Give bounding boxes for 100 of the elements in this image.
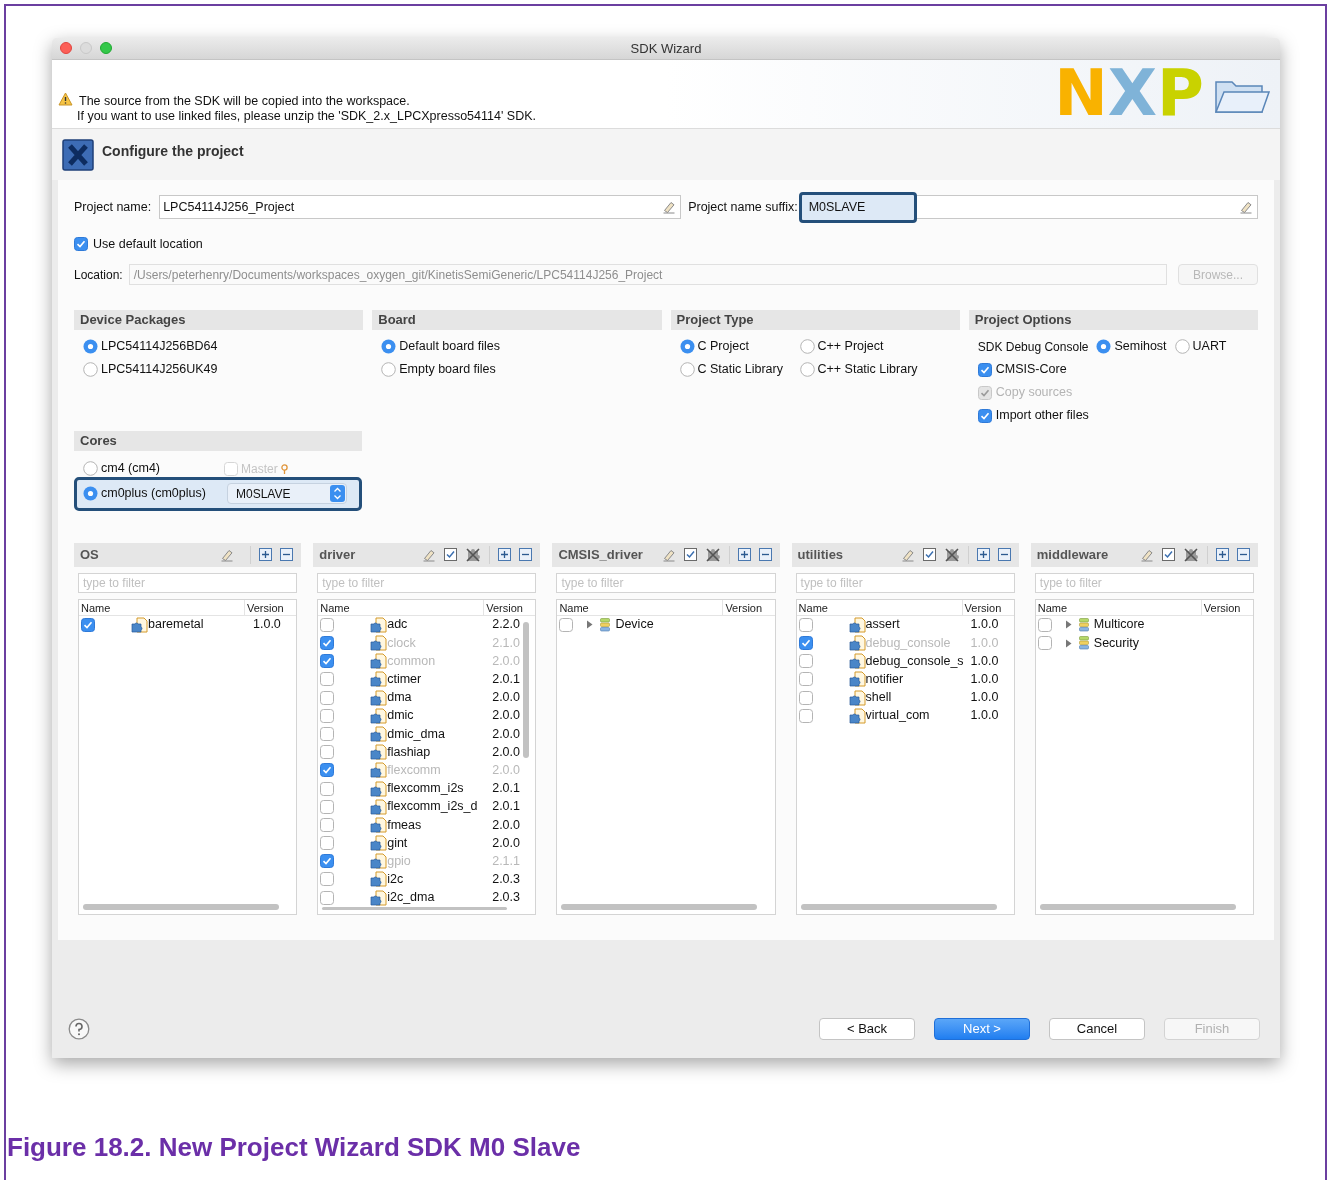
check-all-icon[interactable]: [444, 548, 458, 562]
option-label: Import other files: [995, 407, 1089, 425]
radio-button[interactable]: [83, 486, 98, 502]
horizontal-scrollbar[interactable]: [322, 906, 508, 910]
horizontal-scrollbar[interactable]: [561, 903, 758, 910]
filter-field[interactable]: type to filter: [795, 572, 1015, 593]
version-text: 2.0.3: [491, 871, 520, 889]
expand-all-icon[interactable]: [1216, 548, 1229, 562]
radio-button[interactable]: [799, 362, 815, 378]
radio-button[interactable]: [83, 461, 98, 477]
radio-button[interactable]: [1174, 339, 1190, 355]
component-icon: [370, 744, 388, 761]
checkbox[interactable]: [798, 654, 813, 669]
radio-button[interactable]: [83, 362, 98, 378]
component-icon: [370, 616, 388, 633]
stepper-icon: [330, 485, 345, 503]
radio-button[interactable]: [679, 339, 695, 355]
version-text: 2.1.1: [491, 852, 520, 870]
checkbox[interactable]: [74, 237, 88, 252]
role-dropdown[interactable]: M0SLAVE: [227, 483, 347, 505]
version-text: 2.0.0: [491, 707, 520, 725]
puzzle-crossed-icon[interactable]: [465, 546, 482, 563]
window-title: SDK Wizard: [630, 39, 702, 58]
checkbox[interactable]: [81, 617, 95, 632]
radio-button[interactable]: [1096, 339, 1112, 355]
checkbox[interactable]: [798, 708, 813, 723]
radio-button[interactable]: [799, 339, 815, 355]
filter-field[interactable]: type to filter: [78, 572, 298, 593]
check-all-icon[interactable]: [922, 548, 936, 562]
checkbox[interactable]: [977, 362, 992, 377]
filter-field[interactable]: type to filter: [317, 572, 537, 593]
collapse-all-icon[interactable]: [280, 548, 294, 562]
expander-icon[interactable]: [585, 620, 595, 630]
checkbox[interactable]: [977, 408, 992, 423]
component-name: debug_console: [865, 634, 952, 652]
version-text: 1.0.0: [969, 671, 999, 689]
checkbox[interactable]: [320, 726, 335, 741]
group-name: Multicore: [1092, 616, 1145, 634]
checkbox[interactable]: [320, 745, 335, 760]
checkbox[interactable]: [320, 890, 335, 905]
minimize-button[interactable]: [80, 42, 92, 54]
expander-icon[interactable]: [1063, 638, 1073, 648]
checkbox[interactable]: [1037, 617, 1052, 632]
checkbox[interactable]: [320, 672, 335, 687]
expand-all-icon[interactable]: [976, 548, 990, 562]
dialog-button[interactable]: Next >: [934, 1018, 1030, 1040]
component-icon: [370, 798, 388, 815]
checkbox[interactable]: [320, 817, 335, 832]
horizontal-scrollbar[interactable]: [83, 903, 279, 910]
checkbox[interactable]: [798, 690, 813, 705]
checkbox[interactable]: [320, 872, 335, 887]
check-all-icon[interactable]: [1162, 548, 1175, 562]
checkbox[interactable]: [320, 836, 335, 851]
vertical-scrollbar[interactable]: [523, 621, 530, 758]
radio-button[interactable]: [679, 362, 695, 378]
expander-icon[interactable]: [1063, 620, 1073, 630]
check-all-icon[interactable]: [683, 548, 697, 562]
checkbox[interactable]: [798, 672, 813, 687]
radio-button[interactable]: [381, 339, 397, 355]
project-name-field[interactable]: LPC54114J256_Project: [159, 195, 682, 219]
collapse-all-icon[interactable]: [758, 548, 772, 562]
horizontal-scrollbar[interactable]: [800, 903, 997, 910]
checkbox[interactable]: [798, 617, 813, 632]
checkbox[interactable]: [320, 617, 335, 632]
checkbox[interactable]: [559, 617, 574, 632]
dialog-button[interactable]: < Back: [819, 1018, 915, 1040]
zoom-button[interactable]: [100, 42, 112, 54]
filter-field[interactable]: type to filter: [556, 572, 776, 593]
collapse-all-icon[interactable]: [997, 548, 1011, 562]
checkbox[interactable]: [320, 781, 335, 796]
checkbox[interactable]: [1037, 636, 1052, 651]
eraser-icon[interactable]: [220, 547, 235, 562]
version-text: 2.0.1: [491, 798, 520, 816]
filter-field[interactable]: type to filter: [1034, 572, 1254, 593]
eraser-icon[interactable]: [900, 547, 915, 562]
close-button[interactable]: [60, 42, 72, 54]
radio-button[interactable]: [83, 339, 98, 355]
eraser-icon[interactable]: [1239, 200, 1253, 214]
option-label: Copy sources: [995, 384, 1073, 402]
checkbox-label: Use default location: [93, 236, 203, 253]
radio-button[interactable]: [381, 362, 397, 378]
expand-all-icon[interactable]: [737, 548, 751, 562]
eraser-icon[interactable]: [662, 200, 677, 214]
dialog-button[interactable]: Cancel: [1049, 1018, 1145, 1040]
eraser-icon[interactable]: [1140, 547, 1154, 562]
puzzle-crossed-icon[interactable]: [943, 546, 960, 563]
component-icon: [370, 725, 388, 742]
horizontal-scrollbar[interactable]: [1039, 903, 1236, 910]
puzzle-crossed-icon[interactable]: [704, 546, 721, 563]
collapse-all-icon[interactable]: [1237, 548, 1250, 562]
checkbox[interactable]: [320, 799, 335, 814]
help-icon[interactable]: [68, 1018, 90, 1040]
collapse-all-icon[interactable]: [519, 548, 533, 562]
checkbox[interactable]: [320, 708, 335, 723]
eraser-icon[interactable]: [661, 547, 676, 562]
puzzle-crossed-icon[interactable]: [1183, 546, 1199, 563]
eraser-icon[interactable]: [422, 547, 437, 562]
expand-all-icon[interactable]: [259, 548, 273, 562]
checkbox[interactable]: [320, 690, 335, 705]
expand-all-icon[interactable]: [498, 548, 512, 562]
